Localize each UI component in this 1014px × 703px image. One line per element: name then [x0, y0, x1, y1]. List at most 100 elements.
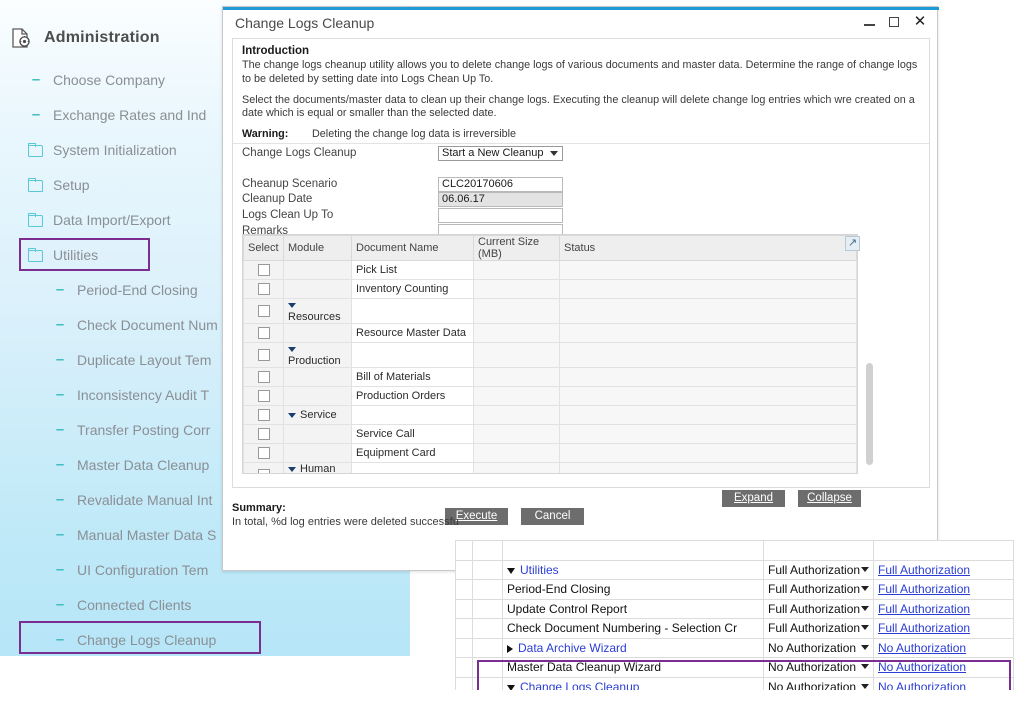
dash-icon: –	[55, 316, 65, 333]
table-scrollbar[interactable]	[866, 235, 873, 473]
row-select-cell[interactable]	[243, 323, 284, 343]
sidebar-item-label: Revalidate Manual Int	[77, 491, 213, 508]
auth-dropdown-cell[interactable]: Full Authorization	[763, 618, 874, 639]
row-select-cell[interactable]	[243, 342, 284, 368]
expand-button-label: Expand	[733, 492, 773, 504]
checkbox-icon[interactable]	[257, 305, 270, 318]
chevron-down-icon[interactable]	[861, 625, 869, 630]
close-icon[interactable]: ✕	[913, 14, 927, 29]
chevron-down-icon[interactable]	[861, 605, 869, 611]
scrollbar-thumb[interactable]	[866, 363, 873, 465]
caret-down-icon[interactable]	[288, 466, 296, 472]
row-select-cell[interactable]	[243, 367, 284, 387]
sidebar-item-duplicate-layout-templates[interactable]: – Duplicate Layout Tem	[0, 342, 212, 377]
sidebar-item-connected-clients[interactable]: – Connected Clients	[0, 587, 192, 622]
checkbox-icon[interactable]	[257, 409, 270, 422]
auth-effective-cell[interactable]: Full Authorization	[873, 618, 1014, 639]
row-select-cell[interactable]	[243, 260, 284, 280]
sidebar-item-check-document-numbering[interactable]: – Check Document Num	[0, 307, 218, 342]
table-row: Resources	[243, 298, 857, 324]
collapse-button[interactable]: Collapse	[798, 490, 861, 507]
checkbox-icon[interactable]	[257, 264, 270, 277]
scenario-input[interactable]: CLC20170606	[438, 177, 563, 192]
chevron-down-icon[interactable]	[861, 566, 869, 572]
auth-dropdown-cell[interactable]: No Authorization	[763, 637, 874, 658]
sidebar-item-choose-company[interactable]: – Choose Company	[0, 62, 165, 97]
auth-gutter-cell-2	[472, 637, 503, 658]
sidebar-item-revalidate-manual-internal[interactable]: – Revalidate Manual Int	[0, 482, 213, 517]
row-document-cell: Equipment Card	[351, 443, 474, 463]
auth-dropdown-cell[interactable]: Full Authorization	[763, 598, 874, 619]
dash-icon: –	[55, 421, 65, 438]
caret-down-icon[interactable]	[288, 346, 296, 352]
sidebar-item-label: Duplicate Layout Tem	[77, 351, 212, 368]
row-select-cell[interactable]	[243, 386, 284, 406]
auth-dropdown-cell[interactable]	[763, 540, 874, 561]
auth-dropdown-value: Full Authorization	[768, 621, 861, 636]
checkbox-icon[interactable]	[257, 349, 270, 362]
sidebar-item-master-data-cleanup[interactable]: – Master Data Cleanup	[0, 447, 209, 482]
checkbox-icon[interactable]	[257, 469, 270, 473]
auth-effective-link[interactable]: Full Authorization	[878, 582, 970, 596]
auth-name-cell[interactable]: Period-End Closing	[502, 579, 764, 600]
row-select-cell[interactable]	[243, 424, 284, 444]
auth-effective-cell[interactable]: Full Authorization	[873, 579, 1014, 600]
sidebar-item-label: Data Import/Export	[53, 211, 171, 228]
auth-effective-link[interactable]: Full Authorization	[878, 621, 970, 635]
row-select-cell[interactable]	[243, 443, 284, 463]
auth-effective-cell[interactable]: Full Authorization	[873, 559, 1014, 580]
col-select: Select	[243, 235, 284, 261]
caret-right-icon[interactable]	[507, 644, 513, 653]
sidebar-item-transfer-posting-correction[interactable]: – Transfer Posting Corr	[0, 412, 210, 447]
sidebar-item-system-initialization[interactable]: System Initialization	[0, 132, 177, 167]
sidebar-item-setup[interactable]: Setup	[0, 167, 90, 202]
checkbox-icon[interactable]	[257, 447, 270, 460]
summary-title: Summary:	[232, 502, 286, 514]
row-select-cell[interactable]	[243, 462, 284, 473]
caret-down-icon[interactable]	[507, 567, 515, 574]
caret-down-icon[interactable]	[288, 302, 296, 308]
checkbox-icon[interactable]	[257, 390, 270, 403]
table-row: Human Resor	[243, 462, 857, 473]
auth-effective-link[interactable]: No Authorization	[878, 641, 966, 655]
caret-down-icon[interactable]	[288, 412, 296, 418]
expand-button[interactable]: Expand	[722, 490, 785, 507]
auth-name-cell[interactable]: Utilities	[502, 559, 764, 580]
checkbox-icon[interactable]	[257, 428, 270, 441]
auth-dropdown-value: Full Authorization	[768, 582, 861, 597]
sidebar-item-exchange-rates[interactable]: – Exchange Rates and Ind	[0, 97, 207, 132]
auth-name-cell[interactable]: Update Control Report	[502, 598, 764, 619]
cleanup-mode-select[interactable]: Start a New Cleanup	[438, 146, 563, 161]
sidebar-item-ui-configuration-template[interactable]: – UI Configuration Tem	[0, 552, 208, 587]
sidebar-item-inconsistency-audit-trail[interactable]: – Inconsistency Audit T	[0, 377, 209, 412]
auth-effective-cell[interactable]: No Authorization	[873, 637, 1014, 658]
row-select-cell[interactable]	[243, 279, 284, 299]
expand-table-icon[interactable]: ↗	[845, 236, 860, 251]
auth-name-cell[interactable]: Data Archive Wizard	[502, 637, 764, 658]
maximize-icon[interactable]	[888, 15, 902, 29]
logs-clean-up-to-input[interactable]	[438, 208, 563, 223]
auth-name-cell[interactable]: Check Document Numbering - Selection Cr	[502, 618, 764, 639]
table-row: Production Orders	[243, 386, 857, 406]
sidebar-item-period-end-closing[interactable]: – Period-End Closing	[0, 272, 198, 307]
row-module-cell: Production	[283, 342, 352, 368]
checkbox-icon[interactable]	[257, 283, 270, 296]
auth-effective-link[interactable]: Full Authorization	[878, 563, 970, 577]
minimize-icon[interactable]	[863, 15, 877, 29]
row-status-cell	[559, 405, 857, 425]
chevron-down-icon[interactable]	[861, 644, 869, 650]
row-select-cell[interactable]	[243, 405, 284, 425]
sidebar-item-manual-master-data-sync[interactable]: – Manual Master Data S	[0, 517, 216, 552]
sidebar-item-data-import-export[interactable]: Data Import/Export	[0, 202, 171, 237]
auth-dropdown-cell[interactable]: Full Authorization	[763, 579, 874, 600]
dash-icon: –	[55, 596, 65, 613]
auth-effective-link[interactable]: Full Authorization	[878, 602, 970, 616]
auth-effective-cell[interactable]: Full Authorization	[873, 598, 1014, 619]
introduction-block: Introduction The change logs cheanup uti…	[242, 45, 922, 140]
checkbox-icon[interactable]	[257, 327, 270, 340]
checkbox-icon[interactable]	[257, 371, 270, 384]
chevron-down-icon[interactable]	[861, 586, 869, 591]
auth-dropdown-cell[interactable]: Full Authorization	[763, 559, 874, 580]
row-status-cell	[559, 279, 857, 299]
row-select-cell[interactable]	[243, 298, 284, 324]
